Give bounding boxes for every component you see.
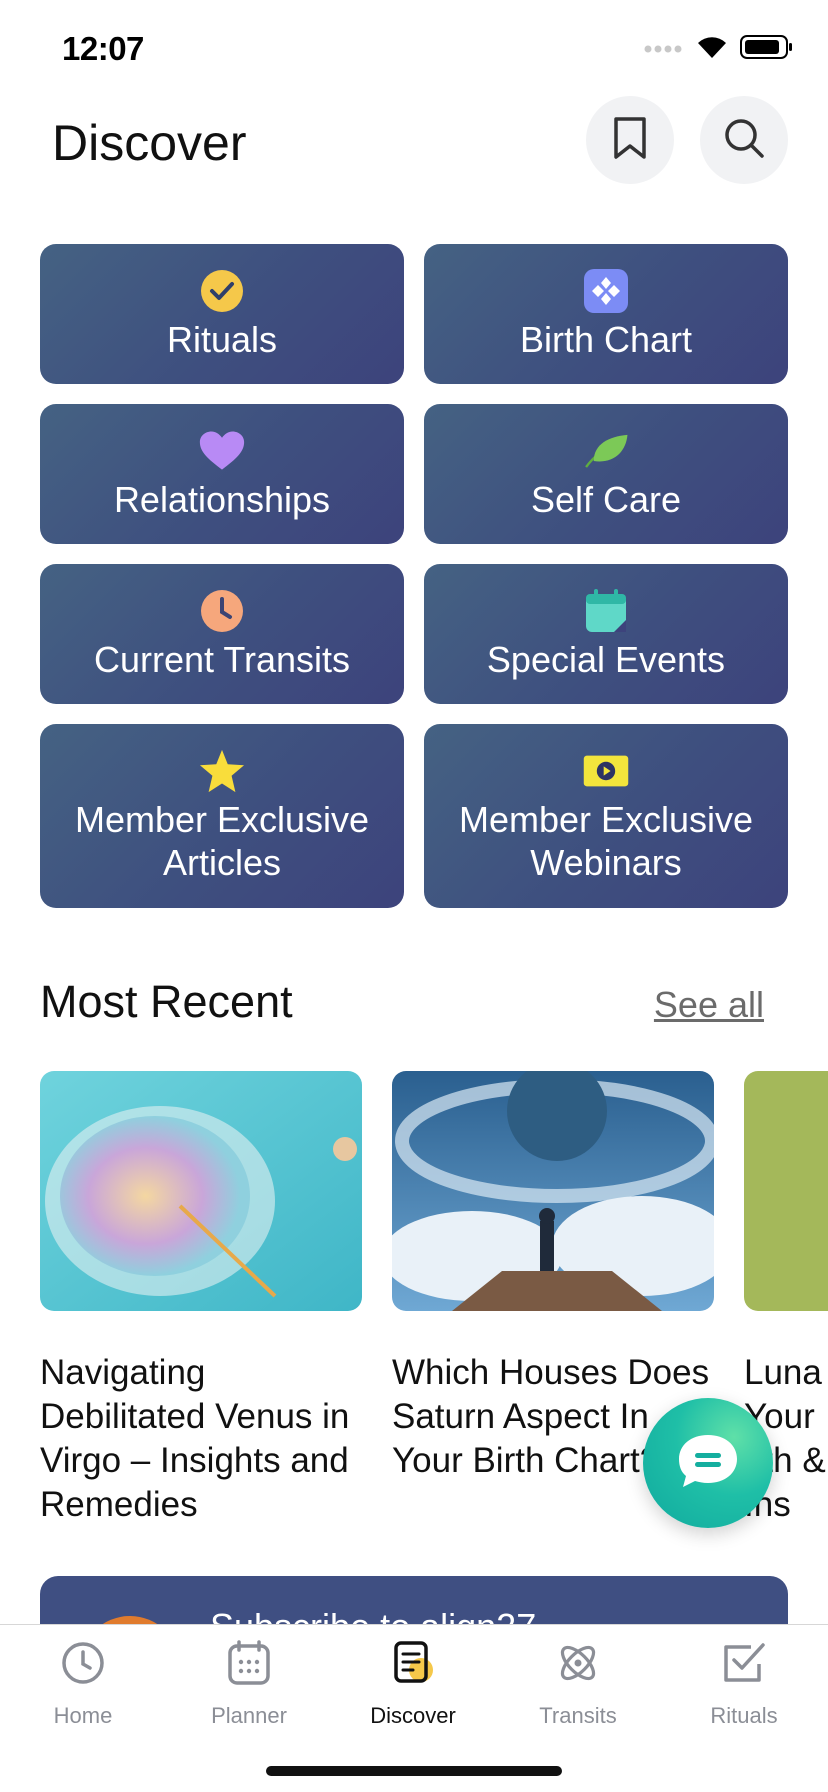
atom-icon [554,1639,602,1687]
tile-member-exclusive-articles[interactable]: Member Exclusive Articles [40,724,404,908]
star-icon [199,748,245,794]
tile-label: Self Care [530,479,682,520]
most-recent-header: Most Recent See all [40,976,764,1036]
tab-discover[interactable]: Discover [330,1639,496,1729]
bookmark-icon [612,116,648,165]
tile-label: Member Exclusive Articles [74,799,370,883]
tile-birth-chart[interactable]: Birth Chart [424,244,788,384]
tile-rituals[interactable]: Rituals [40,244,404,384]
article-title: Navigating Debilitated Venus in Virgo – … [40,1353,350,1524]
heart-icon [199,428,245,474]
header: Discover [0,96,828,196]
tile-label: Relationships [113,479,331,520]
search-button[interactable] [700,96,788,184]
signal-icon [644,41,684,59]
article-image [744,1071,828,1311]
tile-label: Member Exclusive Webinars [458,799,754,883]
tile-relationships[interactable]: Relationships [40,404,404,544]
tile-current-transits[interactable]: Current Transits [40,564,404,704]
tile-label: Current Transits [93,639,351,680]
tile-label: Rituals [166,319,278,360]
tile-self-care[interactable]: Self Care [424,404,788,544]
tile-member-exclusive-webinars[interactable]: Member Exclusive Webinars [424,724,788,908]
status-time: 12:07 [62,30,144,67]
page-title: Discover [52,115,247,171]
calendar-icon [225,1639,273,1687]
status-icons [644,34,794,65]
search-icon [722,116,766,165]
bookmark-button[interactable] [586,96,674,184]
article-image [40,1071,362,1311]
tab-label: Planner [211,1703,287,1728]
tab-home[interactable]: Home [0,1639,166,1729]
chat-button[interactable] [643,1398,773,1528]
leaf-icon [583,428,629,474]
tab-planner[interactable]: Planner [166,1639,332,1729]
checkbox-icon [720,1639,768,1687]
section-title: Most Recent [40,976,293,1027]
clock-icon [199,588,245,634]
tab-label: Rituals [710,1703,778,1728]
calendar-icon [583,588,629,634]
see-all-link[interactable]: See all [654,984,764,1026]
status-bar: 12:07 [0,0,828,100]
wifi-icon [696,34,728,65]
tab-label: Home [53,1703,113,1728]
tile-label: Special Events [486,639,726,680]
article-card[interactable]: Navigating Debilitated Venus in Virgo – … [40,1071,362,1527]
tab-transits[interactable]: Transits [495,1639,661,1729]
battery-icon [740,34,794,65]
home-indicator [266,1766,562,1776]
chat-bubble-icon [675,1431,741,1496]
tab-label: Transits [539,1703,617,1728]
document-icon [389,1639,437,1687]
play-icon [583,748,629,794]
article-image [392,1071,714,1311]
check-circle-icon [199,268,245,314]
tile-label: Birth Chart [519,319,693,360]
tab-rituals[interactable]: Rituals [661,1639,827,1729]
birth-chart-icon [583,268,629,314]
clock-icon [59,1639,107,1687]
tile-special-events[interactable]: Special Events [424,564,788,704]
tab-label: Discover [370,1703,456,1728]
